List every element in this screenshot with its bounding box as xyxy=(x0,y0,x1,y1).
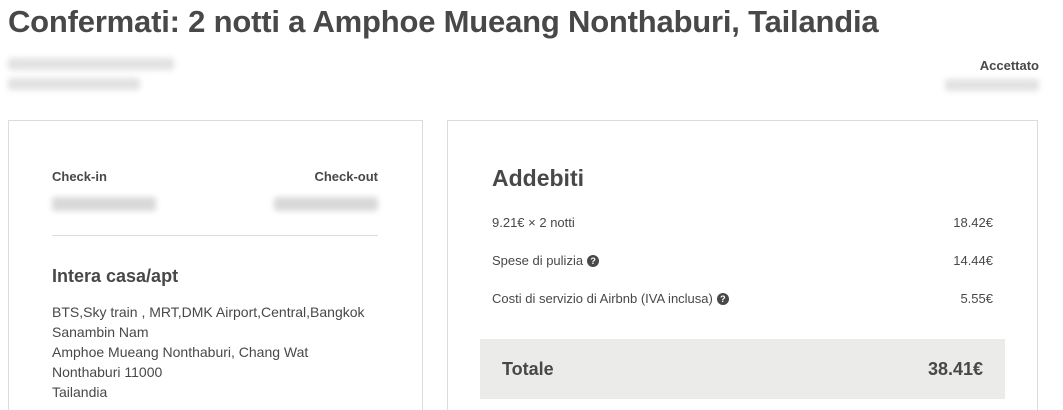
address-line: Amphoe Mueang Nonthaburi, Chang Wat xyxy=(52,344,309,360)
listing-type: Intera casa/apt xyxy=(52,266,179,286)
charge-label: Costi di servizio di Airbnb (IVA inclusa… xyxy=(492,291,729,306)
charge-amount: 14.44€ xyxy=(953,253,993,268)
charge-label-text: 9.21€ × 2 notti xyxy=(492,215,575,230)
address-line: Tailandia xyxy=(52,384,108,400)
charges-title: Addebiti xyxy=(492,165,584,191)
charge-row-service-fee: Costi di servizio di Airbnb (IVA inclusa… xyxy=(492,291,993,306)
charge-row-cleaning: Spese di pulizia ? 14.44€ xyxy=(492,253,993,268)
help-icon[interactable]: ? xyxy=(716,292,729,305)
charge-label-text: Spese di pulizia xyxy=(492,253,584,268)
status-badge: Accettato xyxy=(979,58,1039,73)
address-line: Nonthaburi 11000 xyxy=(52,364,163,380)
divider xyxy=(52,235,378,236)
charges-card: Addebiti 9.21€ × 2 notti 18.42€ Spese di… xyxy=(447,120,1038,410)
redacted-text xyxy=(945,79,1039,91)
checkout-label: Check-out xyxy=(314,169,378,184)
page-title: Confermati: 2 notti a Amphoe Mueang Nont… xyxy=(8,4,879,39)
checkin-date-redacted xyxy=(52,197,156,211)
redacted-text xyxy=(8,58,174,70)
reservation-status: Accettato xyxy=(945,58,1039,99)
total-amount: 38.41€ xyxy=(927,358,983,379)
address-line: Sanambin Nam xyxy=(52,324,149,340)
checkout-date-redacted xyxy=(274,197,378,211)
checkin-label: Check-in xyxy=(52,169,107,184)
total-row: Totale 38.41€ xyxy=(480,339,1005,399)
reservation-meta-redacted xyxy=(8,58,174,98)
help-icon[interactable]: ? xyxy=(587,254,600,267)
total-label: Totale xyxy=(502,358,554,379)
charge-label: 9.21€ × 2 notti xyxy=(492,215,575,230)
charge-amount: 5.55€ xyxy=(960,291,993,306)
stay-details-card: Check-in Check-out Intera casa/apt BTS,S… xyxy=(8,120,423,410)
charge-label-text: Costi di servizio di Airbnb (IVA inclusa… xyxy=(492,291,713,306)
address-line: BTS,Sky train , MRT,DMK Airport,Central,… xyxy=(52,304,365,320)
redacted-text xyxy=(8,78,140,90)
listing-address: BTS,Sky train , MRT,DMK Airport,Central,… xyxy=(52,302,365,402)
charge-row-nights: 9.21€ × 2 notti 18.42€ xyxy=(492,215,993,230)
charge-amount: 18.42€ xyxy=(953,215,993,230)
charge-label: Spese di pulizia ? xyxy=(492,253,600,268)
